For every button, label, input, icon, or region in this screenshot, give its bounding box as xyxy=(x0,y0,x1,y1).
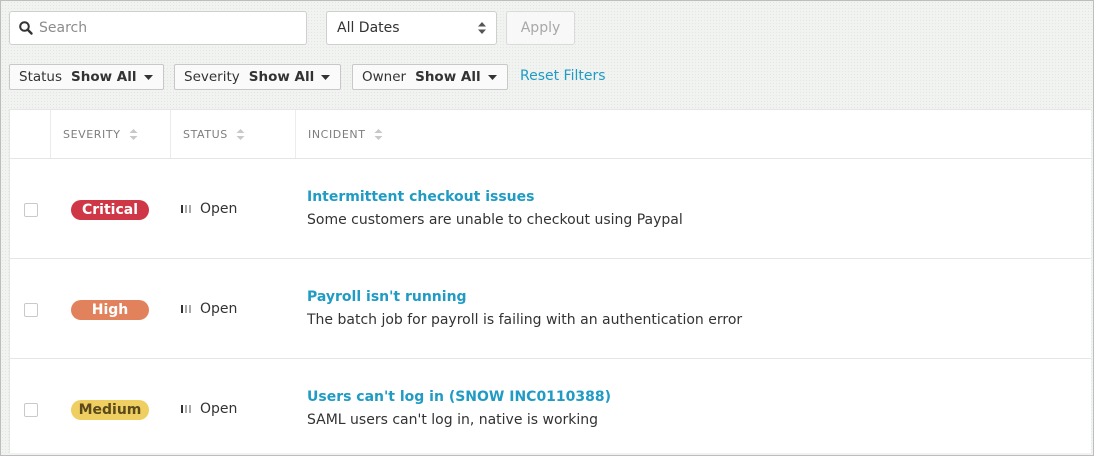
date-range-select[interactable]: All Dates xyxy=(326,11,497,45)
search-box[interactable] xyxy=(9,11,307,45)
filter-value: Show All xyxy=(71,69,137,85)
status-cell: Open xyxy=(181,201,237,217)
row-checkbox[interactable] xyxy=(24,203,38,217)
row-checkbox[interactable] xyxy=(24,403,38,417)
severity-badge: Medium xyxy=(71,400,149,420)
incident-description: The batch job for payroll is failing wit… xyxy=(307,312,743,328)
up-down-arrows-icon xyxy=(478,22,486,34)
sort-arrows-icon xyxy=(374,128,383,140)
severity-filter-dropdown[interactable]: Severity Show All xyxy=(174,64,342,90)
date-range-value: All Dates xyxy=(337,20,400,36)
search-input[interactable] xyxy=(39,12,306,44)
apply-button[interactable]: Apply xyxy=(506,11,575,45)
incident-title-link[interactable]: Users can't log in (SNOW INC0110388) xyxy=(307,389,611,405)
table-row[interactable]: Medium Open Users can't log in (SNOW INC… xyxy=(10,359,1091,456)
status-bars-icon xyxy=(181,305,191,313)
search-icon xyxy=(19,21,33,35)
severity-badge: Critical xyxy=(71,200,149,220)
filter-value: Show All xyxy=(415,69,481,85)
caret-down-icon xyxy=(487,74,497,80)
row-checkbox[interactable] xyxy=(24,303,38,317)
status-cell: Open xyxy=(181,401,237,417)
incident-description: SAML users can't log in, native is worki… xyxy=(307,412,599,428)
column-label: INCIDENT xyxy=(308,127,366,141)
caret-down-icon xyxy=(321,74,331,80)
incidents-table: SEVERITY STATUS INCIDENT Critical Open I… xyxy=(9,109,1091,453)
table-row[interactable]: Critical Open Intermittent checkout issu… xyxy=(10,159,1091,259)
incident-column-header[interactable]: INCIDENT xyxy=(296,110,596,158)
incident-title-link[interactable]: Payroll isn't running xyxy=(307,289,467,305)
status-cell: Open xyxy=(181,301,237,317)
table-row[interactable]: High Open Payroll isn't running The batc… xyxy=(10,259,1091,359)
status-column-header[interactable]: STATUS xyxy=(171,110,296,158)
sort-arrows-icon xyxy=(236,128,245,140)
filter-label: Owner xyxy=(362,69,407,85)
status-bars-icon xyxy=(181,405,191,413)
incident-title-link[interactable]: Intermittent checkout issues xyxy=(307,189,534,205)
status-bars-icon xyxy=(181,205,191,213)
status-filter-dropdown[interactable]: Status Show All xyxy=(9,64,164,90)
filter-label: Severity xyxy=(184,69,240,85)
select-column-header xyxy=(10,110,51,158)
status-text: Open xyxy=(200,201,238,217)
reset-filters-link[interactable]: Reset Filters xyxy=(520,68,606,84)
status-text: Open xyxy=(200,401,238,417)
severity-column-header[interactable]: SEVERITY xyxy=(51,110,171,158)
incidents-page: All Dates Apply Status Show All Severity… xyxy=(0,0,1094,456)
table-header: SEVERITY STATUS INCIDENT xyxy=(10,110,1091,159)
incident-description: Some customers are unable to checkout us… xyxy=(307,212,683,228)
status-text: Open xyxy=(200,301,238,317)
column-label: SEVERITY xyxy=(63,127,121,141)
column-label: STATUS xyxy=(183,127,228,141)
owner-filter-dropdown[interactable]: Owner Show All xyxy=(352,64,508,90)
caret-down-icon xyxy=(143,74,153,80)
severity-badge: High xyxy=(71,300,149,320)
sort-arrows-icon xyxy=(129,128,138,140)
filter-label: Status xyxy=(19,69,63,85)
filter-value: Show All xyxy=(248,69,315,85)
